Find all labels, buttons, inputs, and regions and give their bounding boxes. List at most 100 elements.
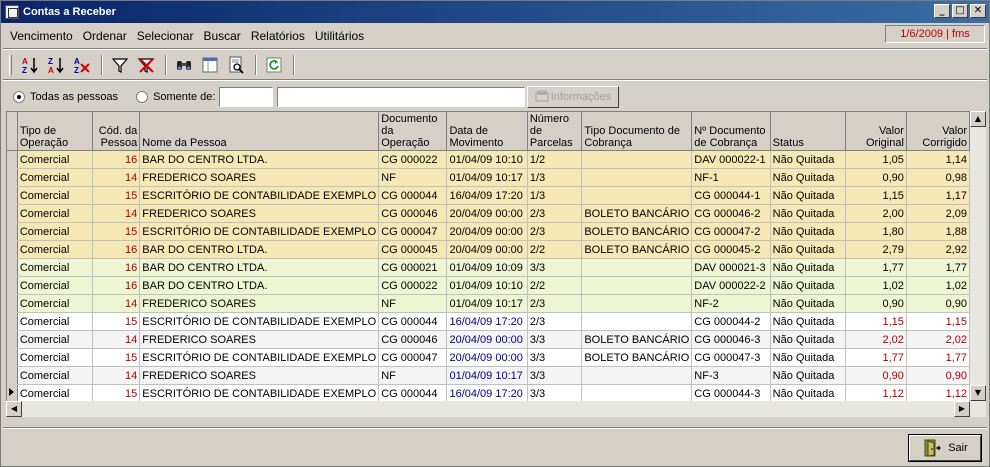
column-header[interactable]: Documento da Operação	[378, 112, 448, 151]
cell-tipo-documento-cobranca: BOLETO BANCÁRIO	[581, 330, 693, 349]
refresh-button[interactable]	[262, 54, 286, 76]
column-header[interactable]: Valor Corrigido	[906, 112, 970, 151]
row-indicator[interactable]	[7, 222, 18, 241]
table-row[interactable]: Comercial 14 FREDERICO SOARES NF 01/04/09 10…	[7, 294, 970, 313]
cell-valor-corrigido: 1,02	[906, 276, 970, 295]
cell-cod-pessoa: 14	[92, 168, 141, 187]
person-name-input[interactable]	[277, 87, 526, 107]
table-row[interactable]: Comercial 14 FREDERICO SOARES CG 000046 20/0…	[7, 330, 970, 349]
sort-descending-button[interactable]: Z A	[44, 54, 68, 76]
svg-text:A: A	[22, 57, 28, 66]
cell-data-movimento: 20/04/09 00:00	[446, 240, 528, 259]
menu-ordenar[interactable]: Ordenar	[78, 29, 132, 43]
column-header[interactable]: Nome da Pessoa	[139, 112, 380, 151]
row-indicator[interactable]	[7, 168, 18, 187]
table-row[interactable]: Comercial 15 ESCRITÓRIO DE CONTABILIDADE E…	[7, 384, 970, 401]
vertical-scrollbar[interactable]: ▲ ▼	[970, 111, 986, 417]
menu-selecionar[interactable]: Selecionar	[132, 29, 199, 43]
sort-ascending-button[interactable]: A Z	[18, 54, 42, 76]
toolbar-separator	[165, 55, 167, 75]
table-row[interactable]: Comercial 16 BAR DO CENTRO LTDA. CG 000022 0…	[7, 276, 970, 295]
row-indicator[interactable]	[7, 150, 18, 169]
columns-button[interactable]	[198, 54, 222, 76]
table-row[interactable]: Comercial 15 ESCRITÓRIO DE CONTABILIDADE E…	[7, 348, 970, 367]
table-row[interactable]: Comercial 15 ESCRITÓRIO DE CONTABILIDADE E…	[7, 222, 970, 241]
column-header[interactable]: Número de Parcelas	[527, 112, 583, 151]
maximize-button[interactable]: □	[952, 4, 968, 18]
cell-cod-pessoa: 15	[92, 384, 141, 401]
cell-data-movimento: 01/04/09 10:10	[446, 150, 528, 169]
cell-numero-parcelas: 2/3	[527, 312, 583, 331]
cell-numero-documento-cobranca: CG 000044-2	[691, 312, 771, 331]
cell-nome-pessoa: BAR DO CENTRO LTDA.	[139, 150, 380, 169]
column-header[interactable]: Tipo de Operação	[17, 112, 93, 151]
row-indicator[interactable]	[7, 186, 18, 205]
row-indicator[interactable]	[7, 312, 18, 331]
column-header[interactable]: Status	[770, 112, 846, 151]
filter-button[interactable]	[108, 54, 132, 76]
row-indicator[interactable]	[7, 348, 18, 367]
column-header[interactable]: Data de Movimento	[446, 112, 528, 151]
only-person-radio[interactable]	[136, 91, 149, 103]
cell-tipo-documento-cobranca: BOLETO BANCÁRIO	[581, 204, 693, 223]
cell-status: Não Quitada	[770, 294, 846, 313]
find-button[interactable]	[172, 54, 196, 76]
table-row[interactable]: Comercial 14 FREDERICO SOARES NF 01/04/09 10…	[7, 168, 970, 187]
cell-tipo-operacao: Comercial	[17, 240, 93, 259]
table-row[interactable]: Comercial 16 BAR DO CENTRO LTDA. CG 000045 2…	[7, 240, 970, 259]
exit-button[interactable]: Sair	[908, 434, 982, 462]
cell-numero-parcelas: 1/3	[527, 186, 583, 205]
row-indicator[interactable]	[7, 258, 18, 277]
cell-valor-corrigido: 1,12	[906, 384, 970, 401]
table-row[interactable]: Comercial 15 ESCRITÓRIO DE CONTABILIDADE E…	[7, 186, 970, 205]
close-button[interactable]: ✕	[970, 4, 986, 18]
table-row[interactable]: Comercial 16 BAR DO CENTRO LTDA. CG 000021 0…	[7, 258, 970, 277]
only-person-label[interactable]: Somente de:	[153, 91, 215, 103]
receivables-grid[interactable]: Tipo de Operação Cód. da Pessoa Nome da …	[6, 111, 970, 401]
row-indicator[interactable]	[7, 366, 18, 385]
menu-relatorios[interactable]: Relatórios	[246, 29, 310, 43]
info-button[interactable]: Informações	[527, 86, 619, 108]
table-row[interactable]: Comercial 16 BAR DO CENTRO LTDA. CG 000022 0…	[7, 150, 970, 169]
row-indicator[interactable]	[7, 384, 18, 401]
person-code-input[interactable]	[219, 87, 274, 107]
scroll-right-button[interactable]: ▶	[954, 401, 970, 417]
table-row[interactable]: Comercial 15 ESCRITÓRIO DE CONTABILIDADE E…	[7, 312, 970, 331]
row-indicator[interactable]	[7, 330, 18, 349]
column-header[interactable]: Nº Documento de Cobrança	[691, 112, 771, 151]
clear-sort-button[interactable]: A Z	[70, 54, 94, 76]
cell-numero-documento-cobranca: CG 000046-2	[691, 204, 771, 223]
table-row[interactable]: Comercial 14 FREDERICO SOARES CG 000046 20/0…	[7, 204, 970, 223]
cell-documento-operacao: NF	[378, 294, 448, 313]
cell-documento-operacao: CG 000046	[378, 330, 448, 349]
cell-numero-documento-cobranca: CG 000044-3	[691, 384, 771, 401]
cell-numero-parcelas: 3/3	[527, 366, 583, 385]
horizontal-scrollbar[interactable]: ◀ ▶	[6, 401, 970, 417]
row-indicator[interactable]	[7, 204, 18, 223]
row-indicator[interactable]	[7, 294, 18, 313]
clear-filter-button[interactable]	[134, 54, 158, 76]
person-filter: Todas as pessoas Somente de:	[13, 87, 526, 107]
cell-data-movimento: 01/04/09 10:17	[446, 366, 528, 385]
cell-tipo-documento-cobranca	[581, 258, 693, 277]
column-header[interactable]: Cód. da Pessoa	[92, 112, 141, 151]
menu-utilitarios[interactable]: Utilitários	[310, 29, 369, 43]
scroll-down-button[interactable]: ▼	[970, 385, 986, 401]
row-indicator[interactable]	[7, 276, 18, 295]
cell-valor-corrigido: 2,02	[906, 330, 970, 349]
scroll-left-button[interactable]: ◀	[6, 401, 22, 417]
clear-filter-icon	[137, 58, 155, 73]
all-people-label[interactable]: Todas as pessoas	[30, 91, 118, 103]
table-row[interactable]: Comercial 14 FREDERICO SOARES NF 01/04/09 10…	[7, 366, 970, 385]
column-header[interactable]: Tipo Documento de Cobrança	[581, 112, 693, 151]
row-indicator[interactable]	[7, 240, 18, 259]
cell-data-movimento: 01/04/09 10:17	[446, 168, 528, 187]
scroll-up-button[interactable]: ▲	[970, 111, 986, 127]
column-header[interactable]: Valor Original	[845, 112, 907, 151]
print-preview-button[interactable]	[224, 54, 248, 76]
menu-buscar[interactable]: Buscar	[198, 29, 245, 43]
cell-data-movimento: 01/04/09 10:09	[446, 258, 528, 277]
all-people-radio[interactable]	[13, 91, 25, 103]
minimize-button[interactable]: _	[934, 4, 950, 18]
menu-vencimento[interactable]: Vencimento	[5, 29, 78, 43]
